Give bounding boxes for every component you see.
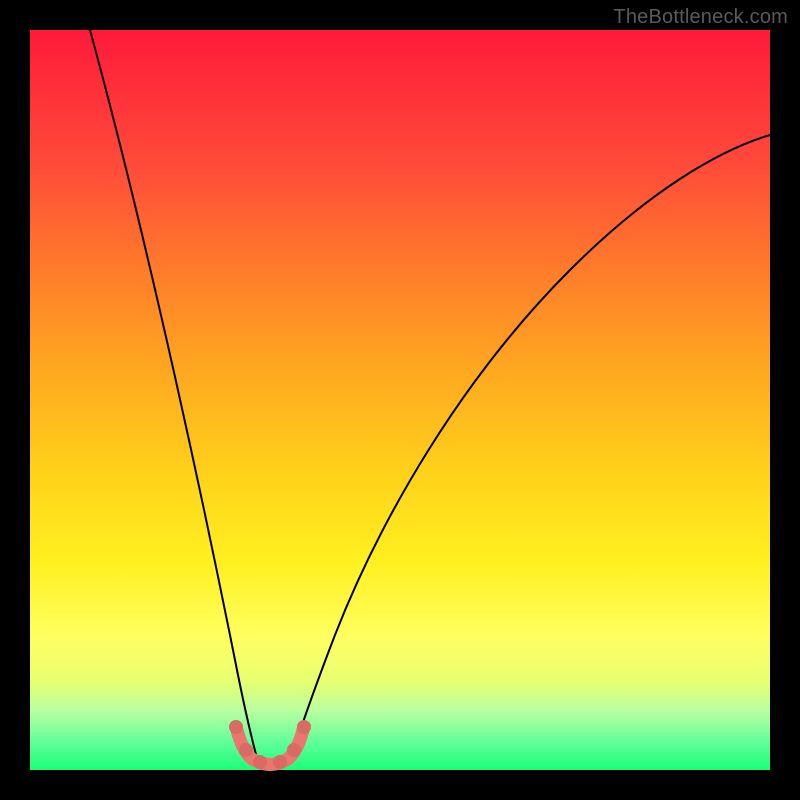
valley-dot-5: [287, 743, 301, 757]
watermark-text: TheBottleneck.com: [613, 6, 788, 29]
valley-dot-4: [273, 755, 287, 769]
valley-dot-6: [297, 720, 311, 734]
curve-left-branch: [90, 30, 258, 762]
curve-right-branch: [290, 135, 770, 762]
valley-dot-2: [239, 743, 253, 757]
valley-dot-3: [253, 755, 267, 769]
chart-svg: [30, 30, 770, 770]
valley-dot-1: [229, 720, 243, 734]
